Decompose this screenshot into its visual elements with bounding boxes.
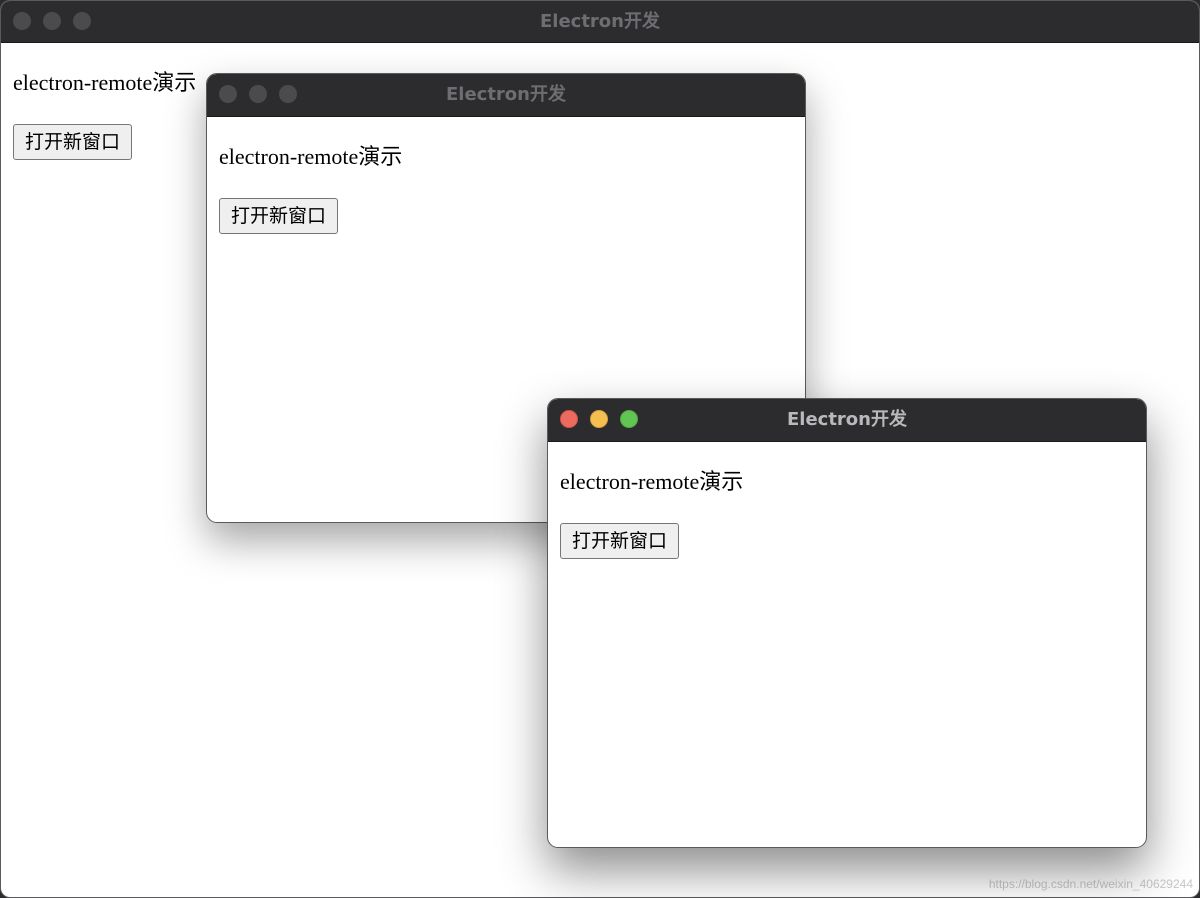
third-window: Electron开发 electron-remote演示 打开新窗口 [547,398,1147,848]
watermark: https://blog.csdn.net/weixin_40629244 [988,877,1193,891]
open-new-window-button[interactable]: 打开新窗口 [560,523,680,559]
title-bar[interactable]: Electron开发 [207,74,805,117]
title-bar[interactable]: Electron开发 [548,399,1146,442]
window-content: electron-remote演示 打开新窗口 [207,117,805,234]
open-new-window-button[interactable]: 打开新窗口 [13,124,133,160]
title-bar[interactable]: Electron开发 [1,1,1199,43]
page-heading: electron-remote演示 [219,144,403,169]
page-heading: electron-remote演示 [560,469,744,494]
window-title: Electron开发 [445,84,566,105]
open-new-window-button[interactable]: 打开新窗口 [219,198,339,234]
window-title: Electron开发 [786,409,907,430]
window-content: electron-remote演示 打开新窗口 [548,442,1146,559]
window-title: Electron开发 [539,11,660,32]
